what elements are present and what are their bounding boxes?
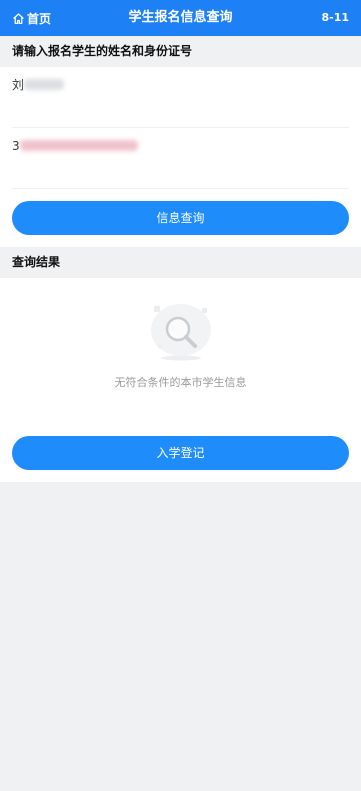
query-section-heading: 请输入报名学生的姓名和身份证号 [0, 36, 361, 67]
id-visible-char: 3 [12, 139, 20, 153]
name-visible-char: 刘 [12, 78, 25, 92]
result-section-heading: 查询结果 [0, 247, 361, 278]
header-right-text: 8-11 [321, 11, 349, 24]
name-redaction [24, 79, 64, 90]
home-label: 首页 [27, 11, 52, 26]
empty-result-message: 无符合条件的本市学生信息 [114, 376, 247, 389]
query-button[interactable]: 信息查询 [12, 201, 349, 235]
home-icon [13, 12, 24, 24]
id-number-field[interactable]: 3 [12, 128, 349, 189]
student-name-field[interactable]: 刘 [12, 67, 349, 128]
enrollment-register-button[interactable]: 入学登记 [12, 436, 349, 470]
page-title: 学生报名信息查询 [128, 10, 233, 25]
query-form: 刘 3 信息查询 [0, 67, 361, 247]
home-link[interactable]: 首页 [12, 0, 51, 36]
empty-search-icon [151, 304, 211, 361]
result-panel: 无符合条件的本市学生信息 入学登记 [0, 278, 361, 482]
top-bar: 首页 学生报名信息查询 8-11 [0, 0, 361, 36]
id-redaction [20, 140, 138, 151]
